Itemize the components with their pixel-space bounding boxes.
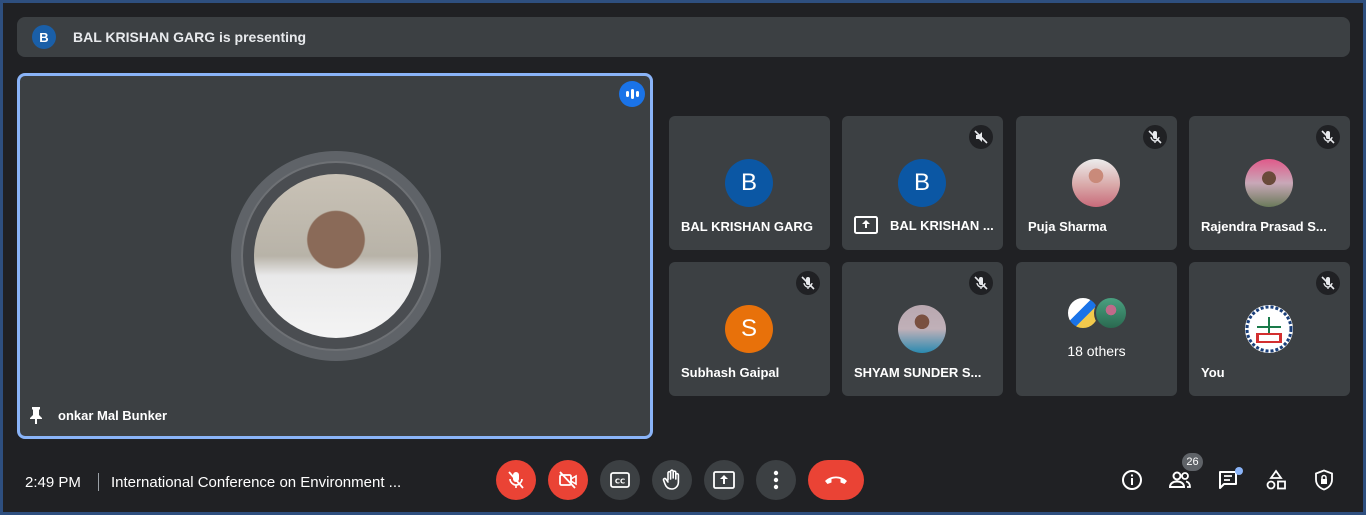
participant-name-label: BAL KRISHAN GARG bbox=[681, 219, 813, 234]
participant-name: SHYAM SUNDER S... bbox=[854, 365, 994, 380]
participant-tile[interactable]: SHYAM SUNDER S... bbox=[842, 262, 1003, 396]
others-avatar-stack bbox=[1066, 296, 1130, 332]
participant-count-badge: 26 bbox=[1182, 453, 1203, 471]
speaking-indicator-icon bbox=[619, 81, 645, 107]
participant-tile[interactable]: Rajendra Prasad S... bbox=[1189, 116, 1350, 250]
svg-text:CC: CC bbox=[615, 478, 625, 486]
participant-photo bbox=[1245, 159, 1293, 207]
info-icon bbox=[1122, 470, 1142, 490]
leave-call-button[interactable] bbox=[808, 460, 864, 500]
divider bbox=[98, 473, 99, 491]
participant-name-label: Puja Sharma bbox=[1028, 219, 1107, 234]
main-speaker-name-label: onkar Mal Bunker bbox=[58, 407, 168, 423]
participant-tile[interactable]: Puja Sharma bbox=[1016, 116, 1177, 250]
presenting-text: BAL KRISHAN GARG is presenting bbox=[73, 29, 307, 45]
camera-toggle-button[interactable] bbox=[548, 460, 588, 500]
participant-name-label: You bbox=[1201, 365, 1225, 380]
speaker-photo bbox=[254, 174, 418, 338]
participant-name-label: BAL KRISHAN ... bbox=[890, 217, 994, 233]
mic-off-icon bbox=[508, 471, 524, 489]
new-message-dot bbox=[1235, 467, 1243, 475]
others-count-label: 18 others bbox=[1067, 343, 1126, 359]
mic-toggle-button[interactable] bbox=[496, 460, 536, 500]
more-vertical-icon bbox=[773, 470, 779, 490]
meeting-details-button[interactable] bbox=[1115, 463, 1149, 497]
present-now-button[interactable] bbox=[704, 460, 744, 500]
closed-captions-icon: CC bbox=[610, 472, 630, 488]
host-controls-button[interactable] bbox=[1307, 463, 1341, 497]
main-speaker-tile[interactable]: onkar Mal Bunker bbox=[17, 73, 653, 439]
activities-icon bbox=[1266, 469, 1286, 490]
participant-name: BAL KRISHAN GARG bbox=[681, 219, 821, 234]
shield-lock-icon bbox=[1315, 469, 1333, 491]
participant-tile[interactable]: B BAL KRISHAN GARG bbox=[669, 116, 830, 250]
participant-name-label: Rajendra Prasad S... bbox=[1201, 219, 1327, 234]
bottom-toolbar: 2:49 PM International Conference on Envi… bbox=[3, 453, 1363, 511]
others-tile[interactable]: 18 others bbox=[1016, 262, 1177, 396]
participant-photo bbox=[1072, 159, 1120, 207]
presenting-banner: B BAL KRISHAN GARG is presenting bbox=[17, 17, 1350, 57]
captions-button[interactable]: CC bbox=[600, 460, 640, 500]
audio-off-icon bbox=[969, 125, 993, 149]
participant-name: Subhash Gaipal bbox=[681, 365, 821, 380]
participant-photo bbox=[898, 305, 946, 353]
hand-icon bbox=[662, 469, 680, 490]
meeting-title[interactable]: International Conference on Environment … bbox=[111, 474, 443, 491]
hang-up-icon bbox=[825, 476, 847, 484]
present-screen-icon bbox=[713, 471, 735, 489]
clock: 2:49 PM bbox=[25, 473, 81, 491]
speaker-avatar-ring bbox=[231, 151, 441, 361]
presenter-avatar: B bbox=[32, 25, 56, 49]
main-speaker-name: onkar Mal Bunker bbox=[28, 406, 167, 424]
mic-off-icon bbox=[1316, 271, 1340, 295]
participant-avatar: B bbox=[725, 159, 773, 207]
self-tile[interactable]: You bbox=[1189, 262, 1350, 396]
participant-name: Puja Sharma bbox=[1028, 219, 1168, 234]
participant-name: Rajendra Prasad S... bbox=[1201, 219, 1341, 234]
people-icon bbox=[1168, 471, 1191, 488]
participant-name: You bbox=[1201, 365, 1341, 380]
mic-off-icon bbox=[1143, 125, 1167, 149]
pin-icon[interactable] bbox=[28, 406, 44, 424]
more-options-button[interactable] bbox=[756, 460, 796, 500]
activities-button[interactable] bbox=[1259, 463, 1293, 497]
participant-tile[interactable]: S Subhash Gaipal bbox=[669, 262, 830, 396]
participant-avatar: B bbox=[898, 159, 946, 207]
raise-hand-button[interactable] bbox=[652, 460, 692, 500]
mic-off-icon bbox=[969, 271, 993, 295]
camera-off-icon bbox=[559, 471, 577, 489]
mic-off-icon bbox=[1316, 125, 1340, 149]
participant-name-label: Subhash Gaipal bbox=[681, 365, 780, 380]
presentation-icon bbox=[854, 216, 878, 234]
participant-tile[interactable]: B BAL KRISHAN ... bbox=[842, 116, 1003, 250]
mic-off-icon bbox=[796, 271, 820, 295]
participant-name-label: SHYAM SUNDER S... bbox=[854, 365, 982, 380]
participant-name: BAL KRISHAN ... bbox=[854, 216, 994, 234]
kite-logo bbox=[1245, 305, 1293, 353]
participant-avatar: S bbox=[725, 305, 773, 353]
